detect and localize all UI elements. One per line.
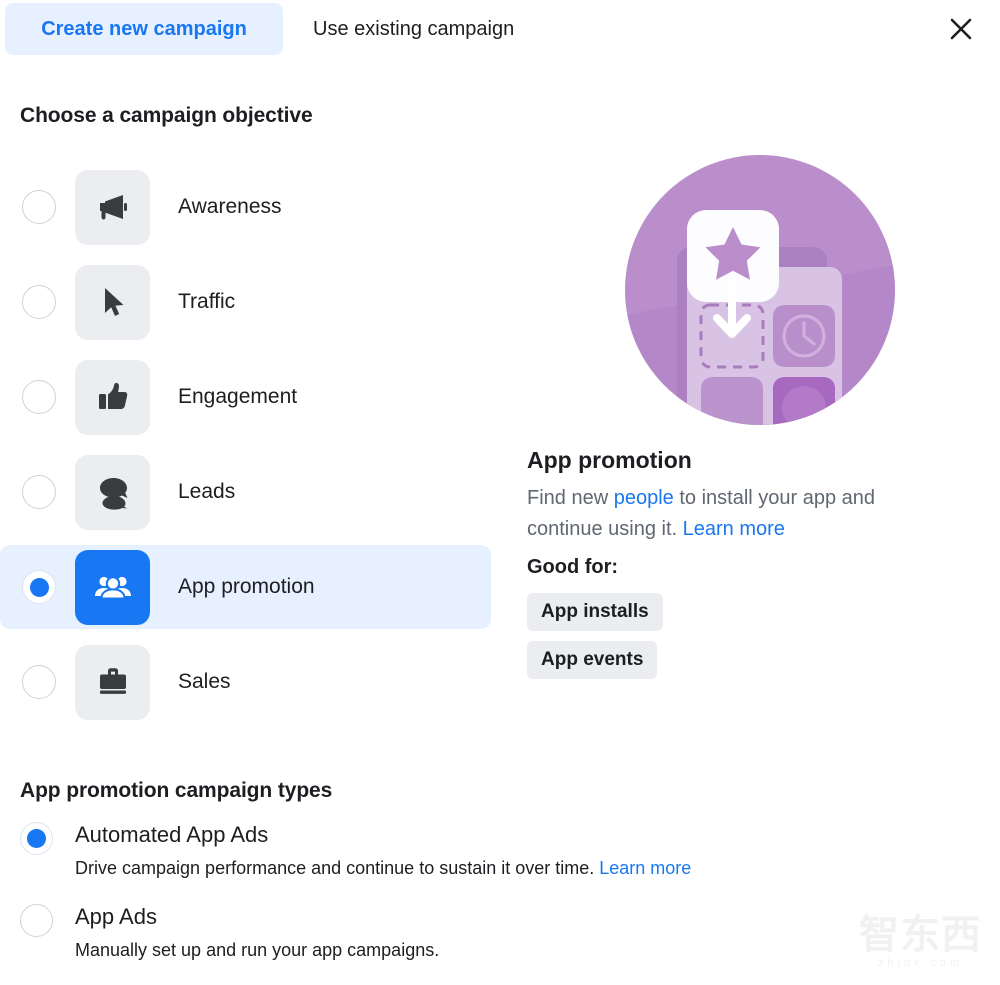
campaign-type-desc-text-0: Drive campaign performance and continue … <box>75 858 600 878</box>
objective-radio-leads[interactable] <box>22 475 56 509</box>
objective-option-awareness[interactable]: Awareness <box>0 165 500 249</box>
good-for-label: Good for: <box>527 556 619 578</box>
objective-icon-tile-engagement <box>75 359 150 435</box>
objective-option-leads[interactable]: Leads <box>0 450 500 534</box>
learn-more-link[interactable]: Learn more <box>683 518 785 540</box>
campaign-type-desc-automated-app-ads: Drive campaign performance and continue … <box>75 856 691 880</box>
objective-list: Awareness Traffic Engagement Leads App p… <box>0 165 500 735</box>
objective-label-app-promotion: App promotion <box>178 575 315 598</box>
objective-icon-tile-awareness <box>75 169 150 245</box>
campaign-type-option-automated-app-ads[interactable]: Automated App Ads Drive campaign perform… <box>20 820 840 880</box>
chip-app-installs: App installs <box>527 593 663 631</box>
objective-label-awareness: Awareness <box>178 195 282 218</box>
objective-icon-tile-leads <box>75 454 150 530</box>
tab-create-new-campaign-label: Create new campaign <box>41 17 247 40</box>
campaign-type-desc-text-1: Manually set up and run your app campaig… <box>75 940 440 960</box>
briefcase-icon <box>99 668 126 694</box>
campaign-type-learn-more-link-0[interactable]: Learn more <box>599 858 691 878</box>
campaign-types-title: App promotion campaign types <box>20 779 333 802</box>
tab-create-new-campaign[interactable]: Create new campaign <box>5 3 283 55</box>
objective-radio-sales[interactable] <box>22 665 56 699</box>
objective-label-traffic: Traffic <box>178 290 236 313</box>
objective-option-traffic[interactable]: Traffic <box>0 260 500 344</box>
tab-bar: Create new campaign Use existing campaig… <box>0 0 1000 58</box>
close-icon <box>950 18 972 40</box>
watermark: 智东西 zhidx.com <box>859 913 982 969</box>
app-promotion-illustration-graphic <box>625 155 895 425</box>
objective-option-engagement[interactable]: Engagement <box>0 355 500 439</box>
watermark-main: 智东西 <box>859 913 982 957</box>
objective-icon-tile-traffic <box>75 264 150 340</box>
objective-radio-traffic[interactable] <box>22 285 56 319</box>
tab-use-existing-campaign-label: Use existing campaign <box>313 17 515 40</box>
app-promotion-illustration <box>625 155 895 425</box>
objective-icon-tile-sales <box>75 644 150 720</box>
objective-label-engagement: Engagement <box>178 385 298 408</box>
objective-label-leads: Leads <box>178 480 236 503</box>
page-title: Choose a campaign objective <box>20 104 313 127</box>
campaign-type-text-automated-app-ads: Automated App Ads Drive campaign perform… <box>75 820 691 880</box>
close-button[interactable] <box>942 10 980 48</box>
thumbs-up-icon <box>98 382 127 409</box>
objective-radio-engagement[interactable] <box>22 380 56 414</box>
chat-bubble-icon <box>99 478 127 510</box>
info-panel-description: Find new people to install your app and … <box>527 483 947 545</box>
objective-label-sales: Sales <box>178 670 231 693</box>
people-link[interactable]: people <box>614 487 674 509</box>
objective-option-sales[interactable]: Sales <box>0 640 500 724</box>
cursor-icon <box>104 288 123 316</box>
info-panel-title: App promotion <box>527 447 692 473</box>
campaign-type-name-app-ads: App Ads <box>75 904 157 929</box>
megaphone-icon <box>99 195 127 220</box>
campaign-type-radio-automated-app-ads[interactable] <box>20 822 53 855</box>
objective-icon-tile-app-promotion <box>75 549 150 625</box>
tab-use-existing-campaign[interactable]: Use existing campaign <box>295 3 565 55</box>
campaign-types-list: Automated App Ads Drive campaign perform… <box>20 820 840 984</box>
campaign-type-name-automated-app-ads: Automated App Ads <box>75 822 269 847</box>
people-group-icon <box>94 576 131 600</box>
campaign-type-desc-app-ads: Manually set up and run your app campaig… <box>75 938 439 962</box>
good-for-chips: App installs App events <box>527 593 967 689</box>
info-desc-part1: Find new <box>527 487 614 509</box>
objective-radio-awareness[interactable] <box>22 190 56 224</box>
campaign-type-text-app-ads: App Ads Manually set up and run your app… <box>75 902 439 962</box>
campaign-type-radio-app-ads[interactable] <box>20 904 53 937</box>
objective-option-app-promotion[interactable]: App promotion <box>0 545 491 629</box>
objective-info-panel: App promotion Find new people to install… <box>527 155 967 689</box>
objective-radio-app-promotion[interactable] <box>22 570 56 604</box>
chip-app-events: App events <box>527 641 658 679</box>
watermark-sub: zhidx.com <box>877 957 964 969</box>
campaign-type-option-app-ads[interactable]: App Ads Manually set up and run your app… <box>20 902 840 962</box>
